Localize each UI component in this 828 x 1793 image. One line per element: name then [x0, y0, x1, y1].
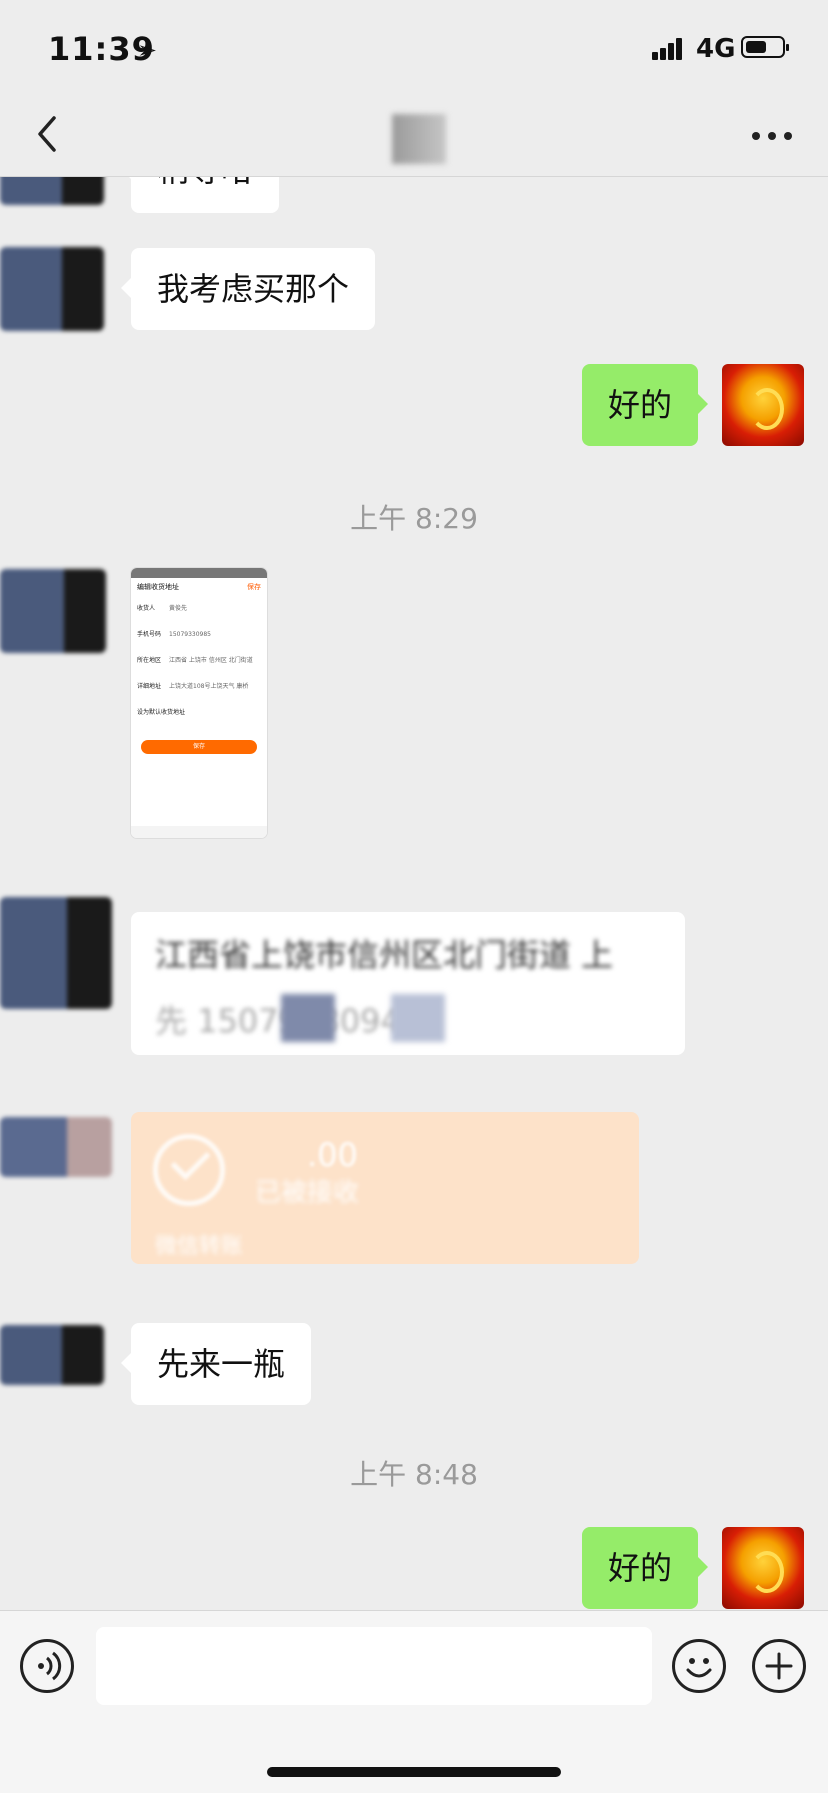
message-bubble[interactable]: 稍等哈 [120, 177, 280, 213]
screenshot-button: 保存 [141, 740, 257, 754]
redaction-block [391, 994, 445, 1042]
status-bar: 11:39 ➢ 4G [0, 0, 828, 96]
signal-icon [652, 38, 684, 60]
contact-avatar[interactable] [0, 1325, 104, 1385]
screenshot-row: 收货人 黄俊先 [137, 605, 188, 612]
plus-icon[interactable] [752, 1639, 806, 1693]
screenshot-row: 设为默认收货地址 [137, 709, 186, 716]
transfer-card[interactable]: .00 已被接收 微信转账 [131, 1112, 639, 1264]
chevron-left-icon[interactable] [30, 114, 70, 154]
contact-avatar[interactable] [0, 247, 104, 331]
contact-avatar[interactable] [0, 177, 104, 205]
message-bubble[interactable]: 江西省上饶市信州区北门街道 上 先 15079330940 [131, 912, 685, 1055]
contact-avatar[interactable] [0, 897, 112, 1009]
battery-icon [741, 36, 789, 58]
screenshot-row: 所在地区 江西省 上饶市 信州区 北门街道 [137, 657, 253, 664]
message-text: 好的 [607, 386, 672, 424]
screenshot-row: 手机号码 15079330985 [137, 631, 211, 638]
message-text: 江西省上饶市信州区北门街道 上 [155, 936, 614, 974]
message-text: 好的 [607, 1549, 672, 1587]
timestamp: 上午 8:48 [350, 1458, 478, 1491]
message-text: 稍等哈 [157, 177, 253, 189]
my-avatar[interactable] [722, 1527, 804, 1609]
screenshot-header: 编辑收货地址 [137, 583, 179, 591]
message-text: 先来一瓶 [157, 1345, 286, 1383]
voice-icon[interactable] [20, 1639, 74, 1693]
image-message[interactable]: 编辑收货地址 保存 收货人 黄俊先 手机号码 15079330985 所在地区 江西省… [131, 568, 267, 838]
message-input[interactable] [96, 1627, 652, 1705]
contact-name-redacted [392, 114, 446, 164]
network-type: 4G [696, 34, 736, 64]
redaction-block [281, 994, 335, 1042]
home-indicator[interactable] [267, 1767, 561, 1777]
screenshot-save: 保存 [247, 583, 261, 591]
location-arrow-icon: ➢ [137, 36, 158, 64]
transfer-label: 微信转账 [155, 1234, 244, 1259]
my-message-bubble[interactable]: 好的 [581, 1527, 709, 1609]
timestamp: 上午 8:29 [350, 502, 478, 535]
screenshot-row: 详细地址 上饶大道108号上饶天气 康桥 [137, 683, 249, 690]
more-dots-icon[interactable] [752, 132, 792, 142]
emoji-icon[interactable] [672, 1639, 726, 1693]
my-message-bubble[interactable]: 好的 [581, 364, 709, 446]
contact-avatar[interactable] [0, 1117, 112, 1177]
chat-area[interactable]: 稍等哈 我考虑买那个 好的 上午 8:29 编辑收货地址 保存 收货人黄俊先 手… [0, 177, 828, 1610]
chat-header [0, 96, 828, 177]
my-avatar[interactable] [722, 364, 804, 446]
message-text: 我考虑买那个 [157, 270, 350, 308]
contact-avatar[interactable] [0, 569, 106, 653]
transfer-amount: .00 [307, 1136, 358, 1174]
message-bubble[interactable]: 先来一瓶 [120, 1323, 312, 1405]
input-bar [0, 1610, 828, 1793]
transfer-status: 已被接收 [255, 1178, 360, 1208]
message-bubble[interactable]: 我考虑买那个 [120, 248, 376, 330]
